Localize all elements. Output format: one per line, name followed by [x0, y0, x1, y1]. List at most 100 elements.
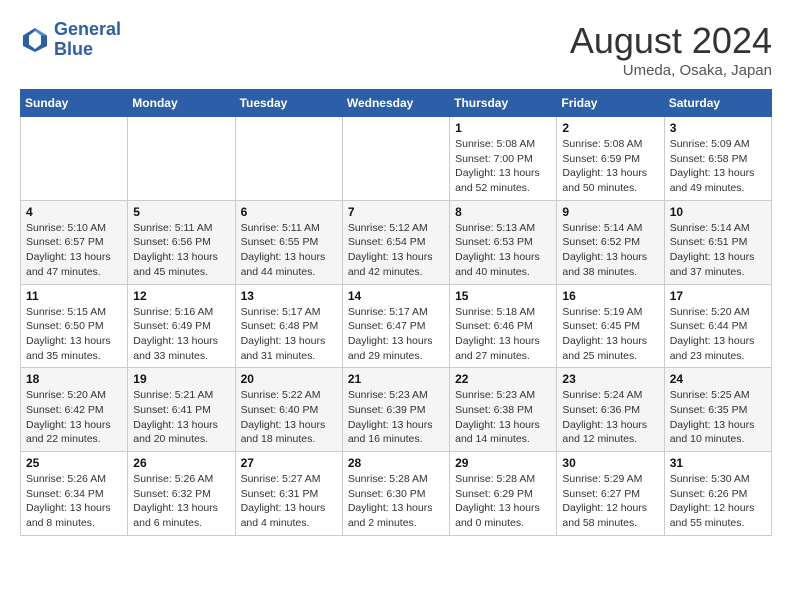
day-info: Sunrise: 5:24 AM Sunset: 6:36 PM Dayligh… — [562, 388, 658, 447]
day-info: Sunrise: 5:21 AM Sunset: 6:41 PM Dayligh… — [133, 388, 229, 447]
calendar-cell: 4 Sunrise: 5:10 AM Sunset: 6:57 PM Daylig… — [21, 200, 128, 284]
day-info: Sunrise: 5:22 AM Sunset: 6:40 PM Dayligh… — [241, 388, 337, 447]
day-number: 28 — [348, 456, 444, 470]
logo: General Blue — [20, 20, 121, 60]
day-number: 14 — [348, 289, 444, 303]
calendar-cell — [342, 117, 449, 201]
calendar-cell: 15 Sunrise: 5:18 AM Sunset: 6:46 PM Dayli… — [450, 284, 557, 368]
day-number: 20 — [241, 372, 337, 386]
calendar-cell: 30Sunrise: 5:29 AM Sunset: 6:27 PM Dayli… — [557, 452, 664, 536]
day-info: Sunrise: 5:26 AM Sunset: 6:34 PM Dayligh… — [26, 472, 122, 531]
day-number: 23 — [562, 372, 658, 386]
day-info: Sunrise: 5:14 AM Sunset: 6:52 PM Dayligh… — [562, 221, 658, 280]
weekday-header-sunday: Sunday — [21, 90, 128, 117]
day-number: 21 — [348, 372, 444, 386]
day-number: 16 — [562, 289, 658, 303]
day-info: Sunrise: 5:12 AM Sunset: 6:54 PM Dayligh… — [348, 221, 444, 280]
calendar-cell: 29Sunrise: 5:28 AM Sunset: 6:29 PM Dayli… — [450, 452, 557, 536]
calendar-cell: 1 Sunrise: 5:08 AM Sunset: 7:00 PM Daylig… — [450, 117, 557, 201]
weekday-header-tuesday: Tuesday — [235, 90, 342, 117]
day-number: 2 — [562, 121, 658, 135]
day-number: 19 — [133, 372, 229, 386]
day-number: 1 — [455, 121, 551, 135]
calendar-cell: 12Sunrise: 5:16 AM Sunset: 6:49 PM Dayli… — [128, 284, 235, 368]
calendar-cell: 19 Sunrise: 5:21 AM Sunset: 6:41 PM Dayli… — [128, 368, 235, 452]
calendar-cell: 7 Sunrise: 5:12 AM Sunset: 6:54 PM Daylig… — [342, 200, 449, 284]
calendar-cell: 2 Sunrise: 5:08 AM Sunset: 6:59 PM Daylig… — [557, 117, 664, 201]
calendar-cell: 25 Sunrise: 5:26 AM Sunset: 6:34 PM Dayli… — [21, 452, 128, 536]
weekday-header-friday: Friday — [557, 90, 664, 117]
day-number: 10 — [670, 205, 766, 219]
calendar-cell: 27 Sunrise: 5:27 AM Sunset: 6:31 PM Dayli… — [235, 452, 342, 536]
day-number: 6 — [241, 205, 337, 219]
day-number: 27 — [241, 456, 337, 470]
calendar-cell: 20 Sunrise: 5:22 AM Sunset: 6:40 PM Dayli… — [235, 368, 342, 452]
calendar-cell: 31 Sunrise: 5:30 AM Sunset: 6:26 PM Dayli… — [664, 452, 771, 536]
day-info: Sunrise: 5:17 AM Sunset: 6:47 PM Dayligh… — [348, 305, 444, 364]
day-number: 15 — [455, 289, 551, 303]
day-number: 25 — [26, 456, 122, 470]
day-info: Sunrise: 5:27 AM Sunset: 6:31 PM Dayligh… — [241, 472, 337, 531]
day-info: Sunrise: 5:08 AM Sunset: 7:00 PM Dayligh… — [455, 137, 551, 196]
day-info: Sunrise: 5:09 AM Sunset: 6:58 PM Dayligh… — [670, 137, 766, 196]
day-number: 7 — [348, 205, 444, 219]
day-info: Sunrise: 5:25 AM Sunset: 6:35 PM Dayligh… — [670, 388, 766, 447]
day-info: Sunrise: 5:11 AM Sunset: 6:55 PM Dayligh… — [241, 221, 337, 280]
calendar-cell — [128, 117, 235, 201]
calendar-cell: 26 Sunrise: 5:26 AM Sunset: 6:32 PM Dayli… — [128, 452, 235, 536]
day-number: 13 — [241, 289, 337, 303]
calendar-cell: 8 Sunrise: 5:13 AM Sunset: 6:53 PM Daylig… — [450, 200, 557, 284]
day-info: Sunrise: 5:18 AM Sunset: 6:46 PM Dayligh… — [455, 305, 551, 364]
day-number: 9 — [562, 205, 658, 219]
day-info: Sunrise: 5:23 AM Sunset: 6:39 PM Dayligh… — [348, 388, 444, 447]
day-number: 17 — [670, 289, 766, 303]
calendar-cell: 13 Sunrise: 5:17 AM Sunset: 6:48 PM Dayli… — [235, 284, 342, 368]
calendar-cell — [21, 117, 128, 201]
calendar-cell: 16 Sunrise: 5:19 AM Sunset: 6:45 PM Dayli… — [557, 284, 664, 368]
day-info: Sunrise: 5:11 AM Sunset: 6:56 PM Dayligh… — [133, 221, 229, 280]
day-number: 31 — [670, 456, 766, 470]
calendar-cell: 11 Sunrise: 5:15 AM Sunset: 6:50 PM Dayli… — [21, 284, 128, 368]
calendar-cell: 10Sunrise: 5:14 AM Sunset: 6:51 PM Dayli… — [664, 200, 771, 284]
calendar-cell: 22 Sunrise: 5:23 AM Sunset: 6:38 PM Dayli… — [450, 368, 557, 452]
calendar-cell: 6 Sunrise: 5:11 AM Sunset: 6:55 PM Daylig… — [235, 200, 342, 284]
calendar-cell: 28 Sunrise: 5:28 AM Sunset: 6:30 PM Dayli… — [342, 452, 449, 536]
weekday-header-monday: Monday — [128, 90, 235, 117]
day-info: Sunrise: 5:13 AM Sunset: 6:53 PM Dayligh… — [455, 221, 551, 280]
calendar-cell: 5Sunrise: 5:11 AM Sunset: 6:56 PM Daylig… — [128, 200, 235, 284]
day-number: 8 — [455, 205, 551, 219]
day-info: Sunrise: 5:20 AM Sunset: 6:44 PM Dayligh… — [670, 305, 766, 364]
day-info: Sunrise: 5:15 AM Sunset: 6:50 PM Dayligh… — [26, 305, 122, 364]
day-number: 26 — [133, 456, 229, 470]
logo-text: General Blue — [54, 20, 121, 60]
calendar-cell: 18Sunrise: 5:20 AM Sunset: 6:42 PM Dayli… — [21, 368, 128, 452]
day-info: Sunrise: 5:28 AM Sunset: 6:30 PM Dayligh… — [348, 472, 444, 531]
day-info: Sunrise: 5:08 AM Sunset: 6:59 PM Dayligh… — [562, 137, 658, 196]
calendar-cell: 14 Sunrise: 5:17 AM Sunset: 6:47 PM Dayli… — [342, 284, 449, 368]
day-info: Sunrise: 5:20 AM Sunset: 6:42 PM Dayligh… — [26, 388, 122, 447]
day-number: 22 — [455, 372, 551, 386]
month-year: August 2024 — [570, 20, 772, 62]
day-info: Sunrise: 5:16 AM Sunset: 6:49 PM Dayligh… — [133, 305, 229, 364]
location: Umeda, Osaka, Japan — [570, 62, 772, 79]
day-number: 4 — [26, 205, 122, 219]
calendar-cell: 24Sunrise: 5:25 AM Sunset: 6:35 PM Dayli… — [664, 368, 771, 452]
day-number: 11 — [26, 289, 122, 303]
weekday-header-wednesday: Wednesday — [342, 90, 449, 117]
weekday-header-thursday: Thursday — [450, 90, 557, 117]
logo-icon — [20, 25, 50, 55]
day-info: Sunrise: 5:23 AM Sunset: 6:38 PM Dayligh… — [455, 388, 551, 447]
calendar-cell: 23 Sunrise: 5:24 AM Sunset: 6:36 PM Dayli… — [557, 368, 664, 452]
day-info: Sunrise: 5:17 AM Sunset: 6:48 PM Dayligh… — [241, 305, 337, 364]
day-info: Sunrise: 5:19 AM Sunset: 6:45 PM Dayligh… — [562, 305, 658, 364]
calendar-table: SundayMondayTuesdayWednesdayThursdayFrid… — [20, 89, 772, 536]
day-info: Sunrise: 5:30 AM Sunset: 6:26 PM Dayligh… — [670, 472, 766, 531]
title-block: August 2024 Umeda, Osaka, Japan — [570, 20, 772, 79]
day-number: 3 — [670, 121, 766, 135]
day-info: Sunrise: 5:10 AM Sunset: 6:57 PM Dayligh… — [26, 221, 122, 280]
calendar-cell: 21 Sunrise: 5:23 AM Sunset: 6:39 PM Dayli… — [342, 368, 449, 452]
day-number: 29 — [455, 456, 551, 470]
day-number: 30 — [562, 456, 658, 470]
weekday-header-saturday: Saturday — [664, 90, 771, 117]
day-info: Sunrise: 5:26 AM Sunset: 6:32 PM Dayligh… — [133, 472, 229, 531]
